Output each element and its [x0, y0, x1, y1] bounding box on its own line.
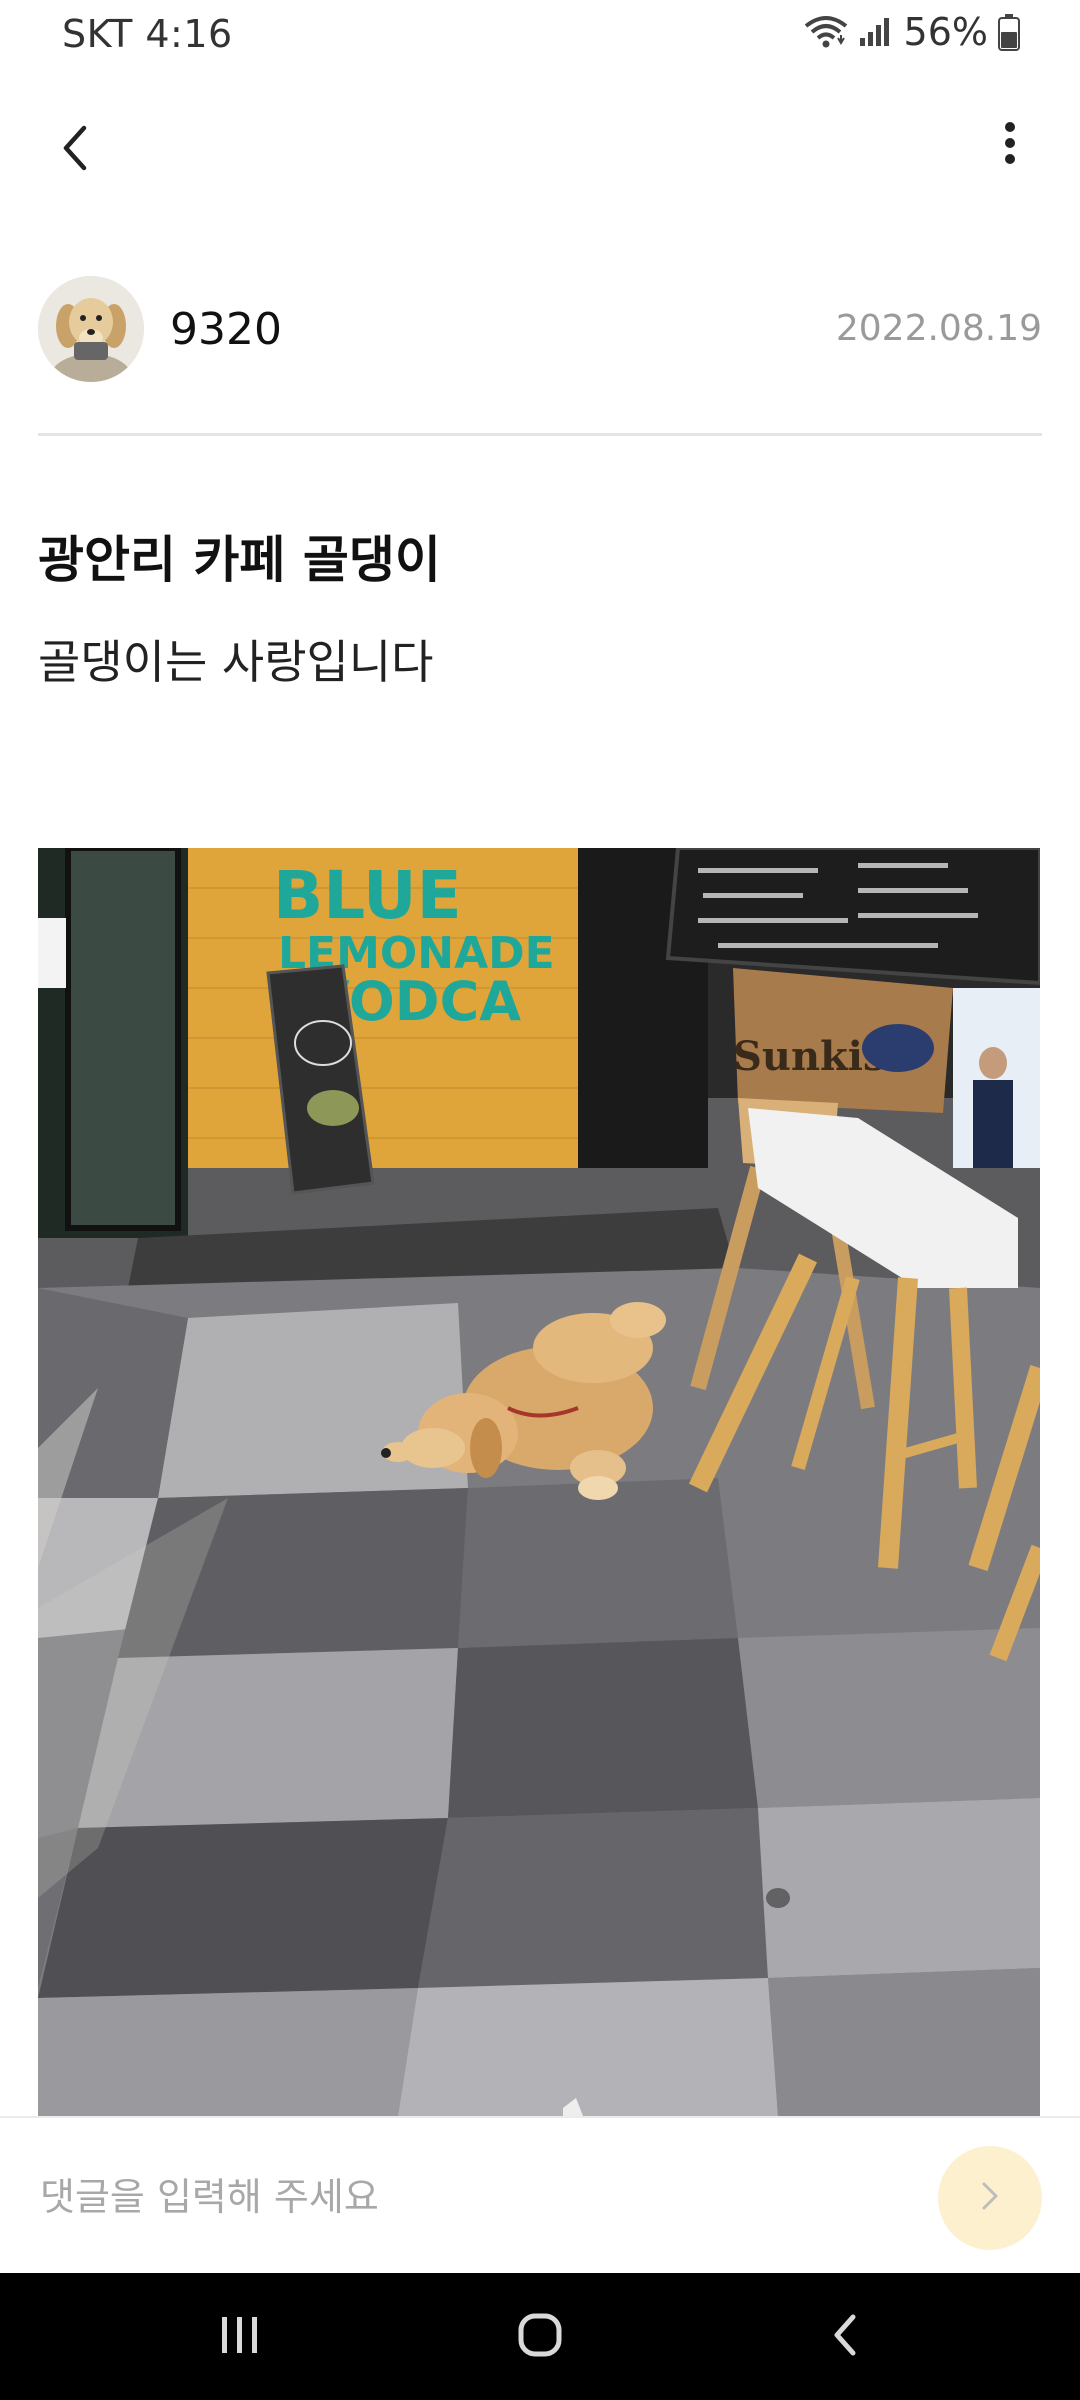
- screen: SKT 4:16 56% 9320 2022.08.19 광안리 카페 골댕이 …: [0, 0, 1080, 2400]
- recent-apps-button[interactable]: [180, 2297, 300, 2377]
- home-icon: [517, 2312, 563, 2362]
- wifi-icon: [804, 14, 848, 50]
- system-nav-bar: [0, 2273, 1080, 2400]
- app-bar: [0, 100, 1080, 200]
- author-row: 9320 2022.08.19: [38, 274, 1042, 384]
- system-back-button[interactable]: [785, 2297, 905, 2377]
- post-date: 2022.08.19: [835, 308, 1042, 349]
- signal-icon: [858, 16, 894, 48]
- avatar[interactable]: [38, 276, 144, 382]
- sign-line1: BLUE: [273, 857, 462, 934]
- comment-input[interactable]: [38, 2158, 902, 2236]
- more-options-button[interactable]: [980, 110, 1040, 180]
- back-button[interactable]: [40, 110, 110, 190]
- more-vertical-icon: [1004, 121, 1016, 169]
- dog-cafe-photo: BLUE LEMONADE VODCA Sunkist: [38, 848, 1040, 2116]
- home-button[interactable]: [480, 2297, 600, 2377]
- status-icons: 56%: [804, 10, 1020, 54]
- post-title: 광안리 카페 골댕이: [38, 531, 441, 589]
- golden-retriever-puppy-avatar: [38, 276, 144, 382]
- status-bar: SKT 4:16 56%: [0, 0, 1080, 74]
- divider: [38, 433, 1042, 436]
- chevron-right-icon: [981, 2181, 999, 2215]
- send-comment-button[interactable]: [938, 2146, 1042, 2250]
- post-photo[interactable]: BLUE LEMONADE VODCA Sunkist: [38, 848, 1040, 2116]
- author-name[interactable]: 9320: [170, 304, 282, 355]
- chevron-left-icon: [60, 124, 90, 176]
- battery-icon: [998, 13, 1020, 51]
- carrier-time: SKT 4:16: [62, 12, 233, 56]
- recent-apps-icon: [218, 2315, 262, 2359]
- comment-bar: [0, 2116, 1080, 2275]
- post-body: 골댕이는 사랑입니다: [38, 635, 434, 689]
- back-icon: [831, 2313, 859, 2361]
- battery-percent: 56%: [903, 10, 988, 54]
